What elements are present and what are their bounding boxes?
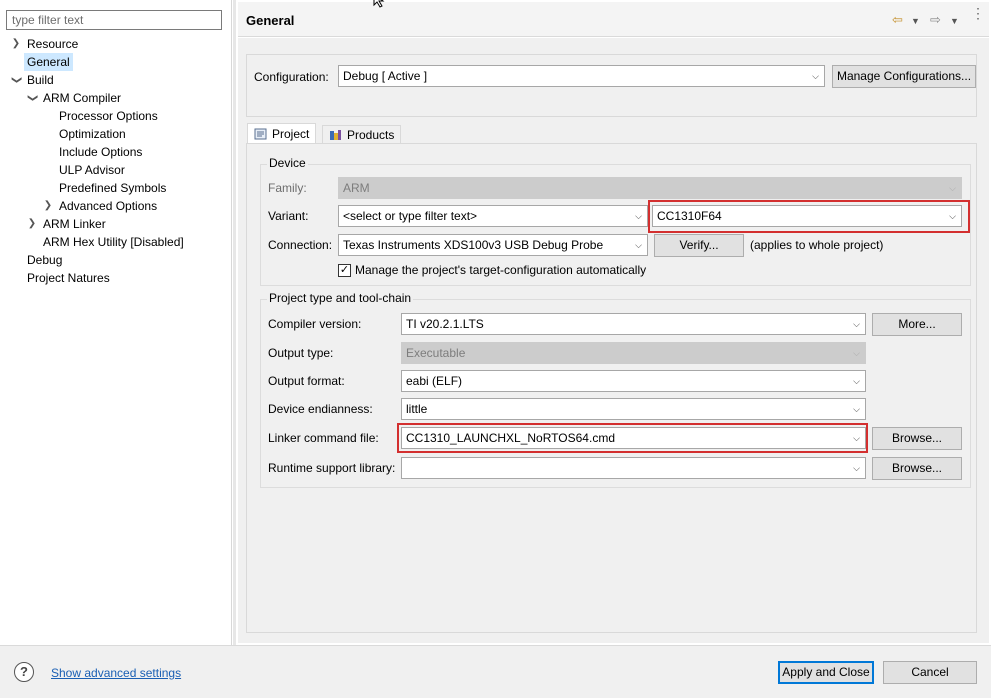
tree-item-ulp-advisor[interactable]: ULP Advisor [56,161,128,179]
family-select: ARM ⌵ [338,177,962,199]
tree-item-project-natures[interactable]: Project Natures [24,269,113,287]
tree-item-build[interactable]: Build [24,71,57,89]
tree-item-predefined-symbols[interactable]: Predefined Symbols [56,179,169,197]
browse-linker-button[interactable]: Browse... [872,427,962,450]
chevron-down-icon: ⌵ [853,404,860,414]
linker-highlight-box [397,423,868,453]
output-format-label: Output format: [268,374,345,388]
chevron-down-icon: ⌵ [635,240,642,250]
connection-select[interactable]: Texas Instruments XDS100v3 USB Debug Pro… [338,234,648,256]
view-menu-icon[interactable]: ⋮ [971,6,985,20]
device-endianness-select[interactable]: little ⌵ [401,398,866,420]
page-title: General [246,13,295,28]
tree-item-advanced-options[interactable]: Advanced Options [56,197,160,215]
runtime-support-library-label: Runtime support library: [268,461,396,475]
chevron-right-icon[interactable]: ❯ [11,35,21,53]
chevron-right-icon[interactable]: ❯ [27,215,37,233]
project-tab-icon [254,126,267,140]
tree-item-general[interactable]: General [24,53,73,71]
tree-item-processor-options[interactable]: Processor Options [56,107,161,125]
back-arrow-icon[interactable]: ⇦ [892,12,903,28]
products-tab-icon [329,128,342,140]
forward-arrow-icon[interactable]: ⇨ [930,12,941,28]
verify-button[interactable]: Verify... [654,234,744,257]
tree-item-arm-hex-utility[interactable]: ARM Hex Utility [Disabled] [40,233,187,251]
browse-runtime-button[interactable]: Browse... [872,457,962,480]
tab-project-label: Project [272,127,310,141]
tree-item-resource[interactable]: Resource [24,35,81,53]
checkbox-check-icon: ✓ [339,264,350,276]
output-type-label: Output type: [268,346,334,360]
dialog-footer: ? Show advanced settings Apply and Close… [0,645,991,698]
properties-page: General ⇦ ▼ ⇨ ▼ ⋮ Configuration: Debug [… [236,0,991,645]
chevron-down-icon[interactable]: ❯ [23,93,41,103]
compiler-version-value: TI v20.2.1.LTS [406,317,484,331]
manage-configurations-button[interactable]: Manage Configurations... [832,65,976,88]
help-icon[interactable]: ? [14,662,34,682]
cancel-button[interactable]: Cancel [883,661,977,684]
manage-target-config-checkbox[interactable]: ✓ [338,264,351,277]
output-type-value: Executable [406,346,466,360]
chevron-down-icon: ⌵ [812,71,819,81]
chevron-down-icon: ⌵ [635,211,642,221]
runtime-support-library-select[interactable]: ⌵ [401,457,866,479]
more-button[interactable]: More... [872,313,962,336]
tree-item-optimization[interactable]: Optimization [56,125,129,143]
compiler-version-label: Compiler version: [268,317,362,331]
chevron-down-icon[interactable]: ▼ [950,16,959,26]
connection-label: Connection: [268,238,333,252]
applies-note: (applies to whole project) [750,238,884,252]
variant-filter-value: <select or type filter text> [343,209,478,223]
device-endianness-label: Device endianness: [268,402,373,416]
output-type-select: Executable ⌵ [401,342,866,364]
tree-item-include-options[interactable]: Include Options [56,143,145,161]
compiler-version-select[interactable]: TI v20.2.1.LTS ⌵ [401,313,866,335]
chevron-down-icon: ⌵ [853,463,860,473]
output-format-value: eabi (ELF) [406,374,463,388]
device-group-title: Device [267,156,308,170]
family-value: ARM [343,181,370,195]
tree-item-debug[interactable]: Debug [24,251,65,269]
manage-target-config-label[interactable]: Manage the project's target-configuratio… [355,263,646,277]
configuration-value: Debug [ Active ] [343,69,428,83]
device-endianness-value: little [406,402,428,416]
variant-label: Variant: [268,209,309,223]
family-label: Family: [268,181,307,195]
preferences-tree-panel: ❯ Resource General ❯ Build ❯ ARM Compile… [0,0,232,645]
chevron-down-icon[interactable]: ▼ [911,16,920,26]
tab-project[interactable]: Project [247,123,317,145]
tree-item-arm-linker[interactable]: ARM Linker [40,215,109,233]
chevron-down-icon: ⌵ [853,376,860,386]
variant-filter-select[interactable]: <select or type filter text> ⌵ [338,205,648,227]
tab-products-label: Products [347,128,395,142]
configuration-label: Configuration: [254,70,329,84]
chevron-down-icon: ⌵ [949,183,956,193]
page-header: General ⇦ ▼ ⇨ ▼ ⋮ [238,2,989,37]
configuration-select[interactable]: Debug [ Active ] ⌵ [338,65,825,87]
mouse-cursor-icon [373,0,385,8]
connection-value: Texas Instruments XDS100v3 USB Debug Pro… [343,238,604,252]
chevron-right-icon[interactable]: ❯ [43,197,53,215]
configuration-section: Configuration: Debug [ Active ] ⌵ Manage… [246,54,977,117]
tree-item-arm-compiler[interactable]: ARM Compiler [40,89,124,107]
toolchain-group-title: Project type and tool-chain [267,291,414,305]
output-format-select[interactable]: eabi (ELF) ⌵ [401,370,866,392]
chevron-down-icon[interactable]: ❯ [7,75,25,85]
apply-and-close-button[interactable]: Apply and Close [778,661,874,684]
show-advanced-settings-link[interactable]: Show advanced settings [51,666,181,680]
chevron-down-icon: ⌵ [853,319,860,329]
tab-products[interactable]: Products [322,125,402,145]
chevron-down-icon: ⌵ [853,348,860,358]
tree-filter-input[interactable] [6,10,222,30]
variant-highlight-box [648,200,970,233]
linker-command-file-label: Linker command file: [268,431,379,445]
